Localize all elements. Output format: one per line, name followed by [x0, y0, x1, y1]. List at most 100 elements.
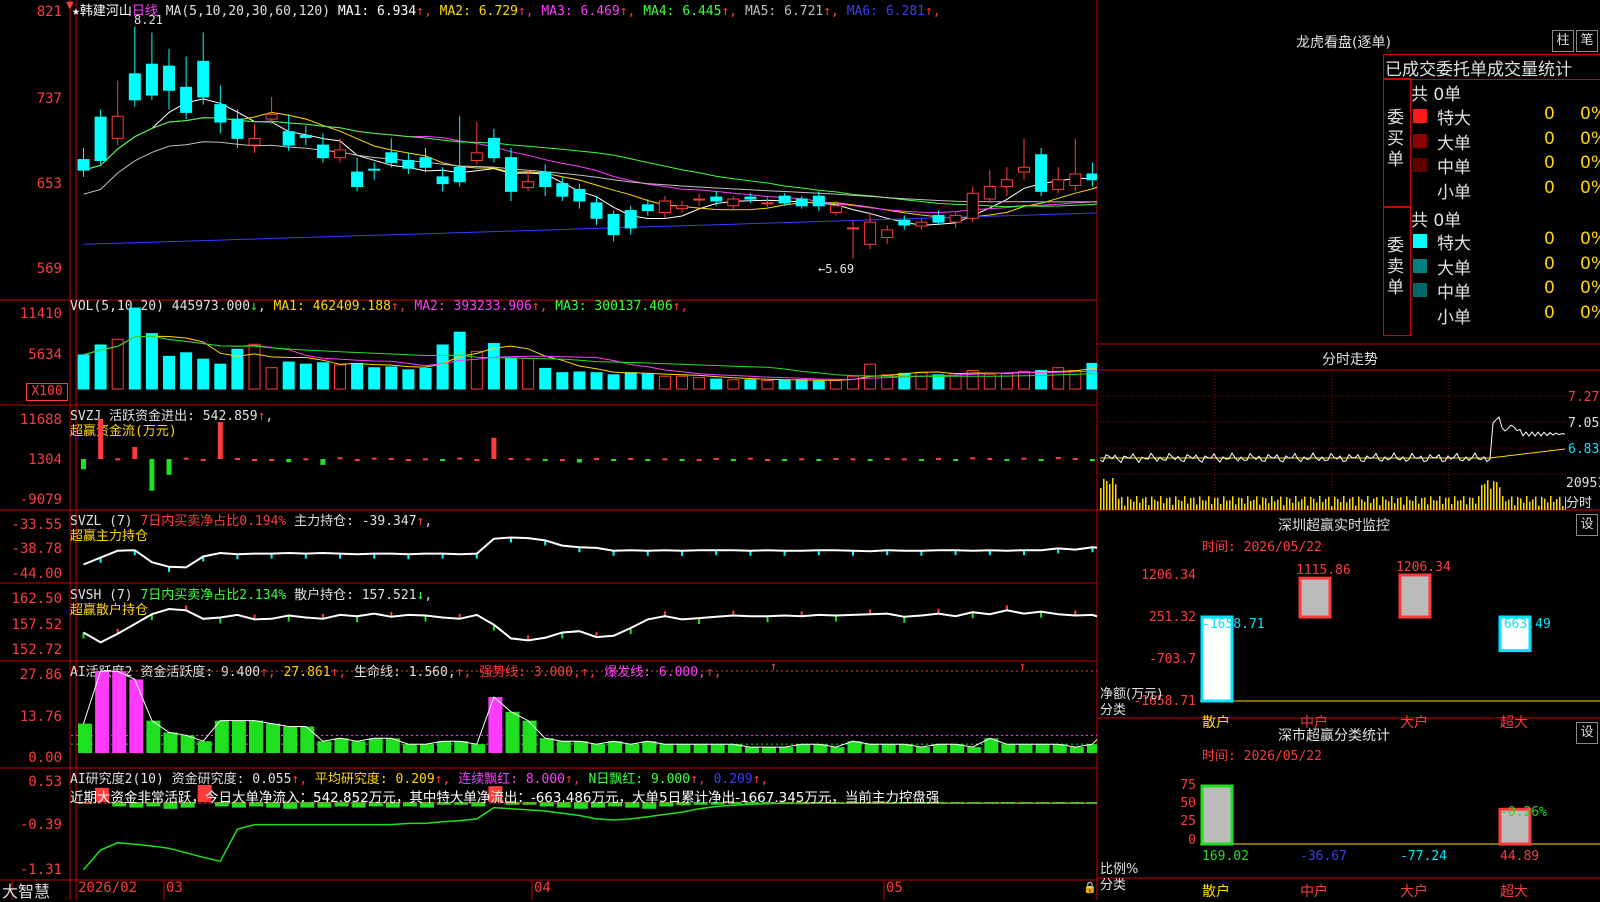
- intraday-volume-bar: [1121, 496, 1123, 510]
- classify-settings-button[interactable]: 设: [1576, 722, 1598, 744]
- volume-bar: [795, 379, 808, 390]
- order-pct: 0%: [1580, 128, 1600, 149]
- candle-body: [145, 63, 158, 96]
- price-ytick: 653: [36, 176, 62, 192]
- ma-line: [83, 212, 1097, 245]
- classify-category-label: 大户: [1400, 883, 1428, 900]
- intraday-volume-bar: [1364, 501, 1366, 510]
- x-axis-label: 05: [886, 880, 903, 896]
- classify-value-label: -77.24: [1400, 849, 1447, 864]
- fund-flow-bar: [98, 419, 104, 459]
- fund-flow-bar: [884, 457, 890, 460]
- intraday-volume-bar: [1118, 498, 1120, 510]
- fund-flow-bar: [559, 459, 565, 461]
- intraday-volume-bar: [1238, 497, 1240, 510]
- svzj-ytick: 11688: [19, 412, 62, 428]
- monitor-value-label: 1206.34: [1396, 560, 1451, 575]
- monitor-bar-chart[interactable]: 1206.34251.32-703.7-1658.71-1658.71散户111…: [1100, 555, 1600, 730]
- intraday-volume-bar: [1343, 496, 1345, 510]
- monitor-ytick: 1206.34: [1141, 568, 1196, 583]
- fund-flow-bar: [115, 458, 121, 461]
- candle-body: [180, 86, 193, 113]
- activity-bar: [762, 747, 776, 753]
- volume-bar: [829, 379, 842, 390]
- fund-flow-bar: [388, 457, 394, 460]
- x-axis-label: 2026/02: [78, 880, 138, 896]
- svzj-chart[interactable]: [71, 405, 1097, 509]
- intraday-volume-bar: [1226, 500, 1228, 510]
- candle-body: [351, 171, 364, 188]
- volume-chart[interactable]: [71, 300, 1097, 404]
- order-label: 中单: [1437, 283, 1471, 303]
- svzl-chart[interactable]: [71, 510, 1097, 582]
- price-ytick: 821: [36, 4, 62, 20]
- intraday-volume-bar: [1337, 498, 1339, 510]
- classify-value-label: -36.67: [1300, 849, 1347, 864]
- monitor-ytick: -703.7: [1149, 652, 1196, 667]
- intraday-volume-bar: [1184, 496, 1186, 510]
- candle-body: [812, 195, 825, 207]
- order-pct: 0%: [1580, 229, 1600, 249]
- order-count: 0: [1544, 177, 1555, 198]
- classify-value-label: 44.89: [1500, 849, 1539, 864]
- candle-body: [590, 202, 603, 219]
- candle-body: [299, 134, 312, 138]
- intraday-volume-bar: [1529, 501, 1531, 510]
- buy-side-label: 委买单: [1387, 108, 1404, 170]
- vol-unit-button[interactable]: X100: [26, 383, 68, 401]
- intraday-volume-bar: [1100, 488, 1102, 510]
- intraday-volume-bar: [1145, 497, 1147, 510]
- activity-bar: [796, 744, 811, 753]
- activity-bar: [1035, 744, 1050, 753]
- volume-bar: [77, 354, 90, 390]
- activity-bar: [915, 747, 930, 753]
- stroke-mode-button[interactable]: 笔: [1576, 30, 1598, 52]
- volume-bar: [436, 344, 449, 390]
- svzl-ytick: -33.55: [11, 517, 62, 533]
- lock-icon[interactable]: 🔒: [1083, 881, 1097, 894]
- intraday-volume-bar: [1475, 503, 1477, 510]
- intraday-volume-bar: [1265, 498, 1267, 510]
- candle-body: [573, 188, 586, 202]
- candle-body: [248, 137, 261, 146]
- intraday-volume-bar: [1313, 498, 1315, 510]
- price-candlestick-chart[interactable]: [71, 0, 1097, 300]
- volume-bar: [744, 379, 757, 390]
- ai-active-chart[interactable]: ↑ ↑: [71, 661, 1097, 767]
- fund-flow-bar: [696, 459, 702, 461]
- monitor-settings-button[interactable]: 设: [1576, 514, 1598, 536]
- activity-bar: [163, 732, 178, 753]
- intraday-volume-bar: [1295, 496, 1297, 510]
- svsh-ytick: 152.72: [11, 642, 62, 658]
- monitor-value-label: 1115.86: [1296, 563, 1351, 578]
- order-pct: 0%: [1580, 302, 1600, 323]
- volume-bar: [1018, 370, 1030, 390]
- intraday-chart[interactable]: [1100, 370, 1566, 510]
- intraday-volume-bar: [1445, 497, 1447, 510]
- high-mark: 8.21: [134, 13, 163, 27]
- bar-mode-button[interactable]: 柱: [1552, 30, 1574, 52]
- fund-flow-bar: [953, 459, 959, 461]
- monitor-category-label: 超大: [1500, 715, 1528, 730]
- intraday-volume-bar: [1361, 499, 1363, 510]
- svsh-chart[interactable]: [71, 584, 1097, 660]
- classify-bar-chart[interactable]: 75 50 25 0 169.02 散户 -36.67 中户 -77.24 大户 44.89 超大 -0…: [1100, 765, 1600, 900]
- fund-flow-bar: [1038, 459, 1044, 461]
- intraday-volume-bar: [1268, 503, 1270, 510]
- fund-flow-bar: [354, 459, 360, 461]
- intraday-volume-bar: [1334, 496, 1336, 510]
- volume-bar: [539, 367, 552, 390]
- intraday-volume-bar: [1157, 501, 1159, 510]
- fund-flow-bar: [662, 458, 668, 461]
- intraday-volume-bar: [1448, 497, 1450, 510]
- intraday-volume-bar: [1472, 497, 1474, 510]
- ai-research-chart[interactable]: [71, 768, 1097, 880]
- candle-body: [864, 221, 877, 245]
- activity-bar: [317, 741, 332, 753]
- intraday-volume-bar: [1208, 496, 1210, 510]
- activity-bar: [129, 679, 144, 753]
- intraday-volume-bar: [1526, 496, 1528, 510]
- candle-body: [539, 171, 552, 188]
- intraday-volume-bar: [1502, 496, 1504, 510]
- intraday-ytick: 6.83: [1568, 442, 1600, 457]
